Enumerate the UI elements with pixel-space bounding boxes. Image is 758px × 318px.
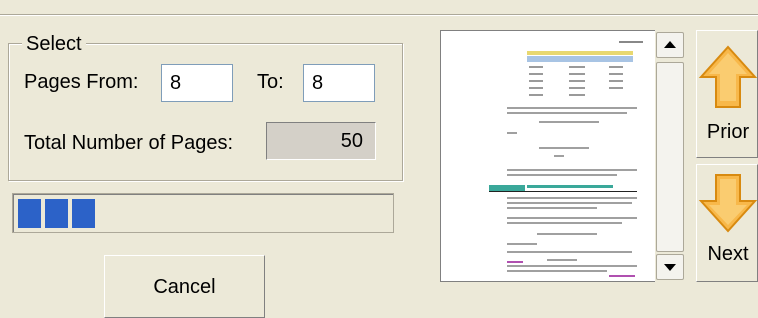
pages-from-label: Pages From: — [24, 71, 139, 93]
page-thumbnail — [489, 41, 643, 277]
progress-block — [72, 199, 95, 228]
preview-scrollbar[interactable] — [655, 30, 685, 282]
prior-button[interactable]: Prior — [696, 30, 758, 158]
pages-from-input[interactable]: 8 — [161, 64, 233, 102]
up-arrow-icon — [698, 45, 758, 108]
prior-label: Prior — [706, 121, 750, 143]
top-separator — [0, 14, 758, 16]
to-input[interactable]: 8 — [303, 64, 375, 102]
to-label: To: — [257, 71, 284, 93]
page-preview — [440, 30, 685, 282]
total-pages-field: 50 — [266, 122, 376, 160]
next-button[interactable]: Next — [696, 164, 758, 282]
scroll-up-icon — [664, 41, 676, 48]
scroll-down-icon — [664, 264, 676, 271]
progress-bar — [12, 193, 394, 233]
scroll-up-button[interactable] — [656, 32, 684, 58]
cancel-button[interactable]: Cancel — [104, 255, 265, 318]
down-arrow-icon — [698, 174, 758, 233]
scroll-down-button[interactable] — [656, 254, 684, 280]
progress-block — [45, 199, 68, 228]
select-groupbox-title: Select — [22, 32, 86, 56]
next-label: Next — [707, 243, 749, 265]
total-pages-label: Total Number of Pages: — [24, 132, 233, 154]
scroll-thumb[interactable] — [656, 62, 684, 252]
progress-block — [18, 199, 41, 228]
